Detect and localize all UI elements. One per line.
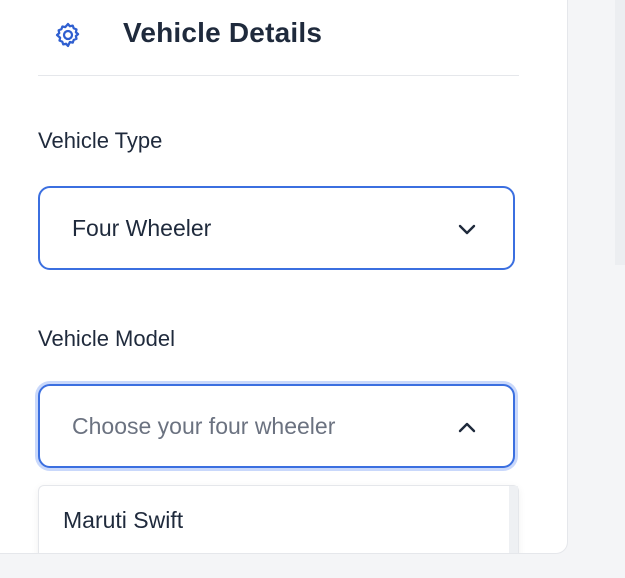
chevron-up-icon <box>457 420 477 434</box>
dropdown-option[interactable]: Maruti Swift <box>63 507 183 534</box>
card-header: Vehicle Details <box>38 0 519 76</box>
vehicle-model-dropdown: Maruti Swift <box>38 485 519 553</box>
dropdown-scrollbar[interactable] <box>509 486 518 553</box>
vehicle-type-select[interactable]: Four Wheeler <box>38 186 515 270</box>
vehicle-model-label: Vehicle Model <box>38 326 175 351</box>
vehicle-model-placeholder: Choose your four wheeler <box>72 413 336 439</box>
vehicle-type-value: Four Wheeler <box>72 215 212 241</box>
vehicle-type-label: Vehicle Type <box>38 128 163 153</box>
chevron-down-icon <box>457 222 477 236</box>
vehicle-model-select[interactable]: Choose your four wheeler <box>38 384 515 468</box>
page-title: Vehicle Details <box>123 17 323 48</box>
page-scrollbar[interactable] <box>615 0 625 265</box>
gear-icon <box>53 20 83 50</box>
vehicle-details-card: Vehicle Details Vehicle Type Four Wheele… <box>0 0 568 554</box>
